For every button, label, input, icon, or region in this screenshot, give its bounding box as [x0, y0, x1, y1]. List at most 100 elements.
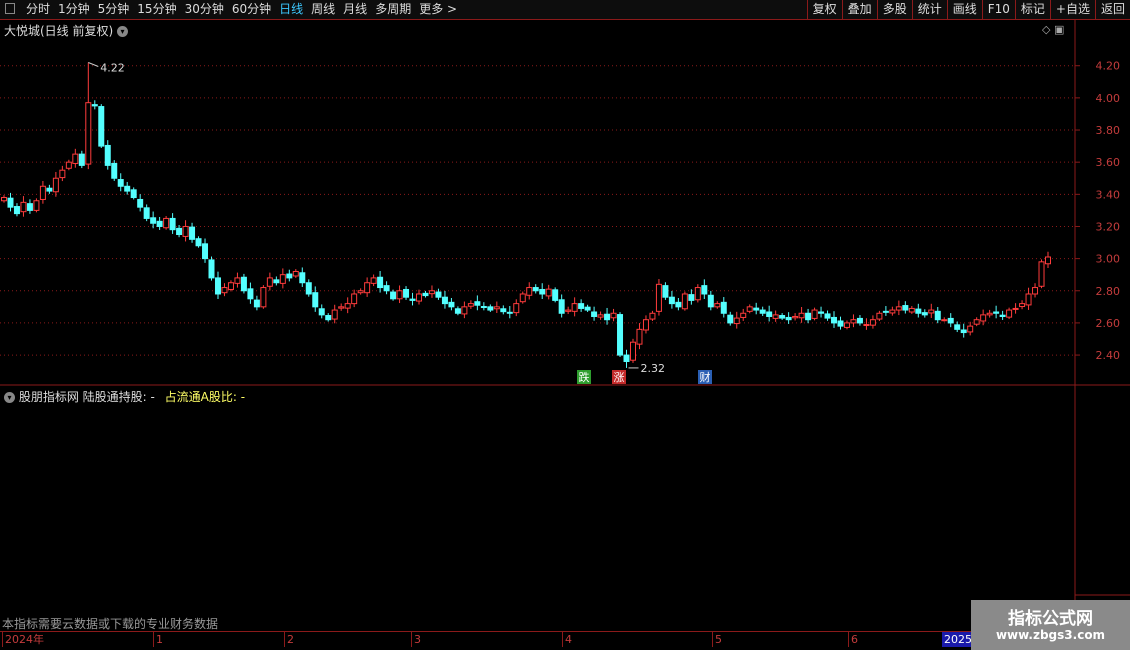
right-toolbar: 复权 叠加 多股 统计 画线 F10 标记 +自选 返回: [806, 0, 1130, 19]
candle-body: [597, 314, 604, 318]
period-tab[interactable]: 15分钟: [133, 0, 180, 19]
candle-body: [843, 322, 850, 328]
candle-body: [403, 288, 410, 298]
candle-body: [565, 309, 572, 312]
chevron-down-icon[interactable]: ▾: [4, 392, 15, 403]
candle-body: [662, 285, 669, 298]
candle-body: [214, 277, 221, 295]
candle-body: [928, 309, 935, 314]
period-tab[interactable]: 30分钟: [181, 0, 228, 19]
candle-body: [1, 197, 7, 202]
candle-body: [1006, 309, 1013, 318]
candlestick-chart[interactable]: 4.20 4.00 3.80 3.60 3.40 3.20 3.00 2.80 2.60 2.40…: [0, 20, 1130, 632]
candle-body: [902, 305, 909, 311]
candle-body: [792, 315, 799, 319]
candle-body: [811, 309, 818, 319]
candle-body: [318, 308, 325, 316]
candle-body: [143, 207, 150, 219]
chevron-down-icon[interactable]: ▾: [117, 26, 129, 37]
high-price-label: 4.22: [100, 62, 125, 75]
candle-body: [519, 293, 526, 303]
toolbar-button[interactable]: 复权: [806, 0, 842, 19]
candle-body: [753, 307, 760, 311]
candle-body: [869, 319, 876, 326]
candle-body: [409, 298, 416, 301]
period-tab[interactable]: 周线: [307, 0, 339, 19]
candle-body: [668, 296, 675, 305]
low-price-label: 2.32: [641, 362, 666, 375]
candle-body: [299, 272, 306, 284]
candle-body: [1038, 261, 1045, 287]
candle-body: [578, 303, 585, 309]
main-chart-controls: ◇ ▣: [1042, 23, 1064, 36]
candle-body: [818, 311, 825, 314]
candle-body: [740, 312, 747, 318]
period-tab[interactable]: 分时: [22, 0, 54, 19]
candle-body: [163, 217, 170, 229]
date-label: 5: [712, 632, 722, 647]
candle-body: [895, 306, 902, 311]
period-tab[interactable]: 1分钟: [54, 0, 94, 19]
toolbar-button[interactable]: F10: [981, 0, 1015, 19]
candle-body: [364, 282, 371, 294]
candle-body: [137, 198, 144, 208]
candle-body: [772, 314, 779, 319]
date-label: 1: [153, 632, 163, 647]
candle-body: [428, 290, 435, 295]
event-label: 跌: [579, 370, 590, 384]
toolbar-button[interactable]: +自选: [1049, 0, 1095, 19]
menu-square-icon[interactable]: [5, 3, 15, 14]
toolbar-button[interactable]: 多股: [876, 0, 912, 19]
candle-body: [286, 273, 293, 279]
period-tab[interactable]: 更多 >: [415, 0, 461, 19]
candle-body: [779, 315, 786, 319]
candle-body: [688, 294, 695, 301]
period-tab[interactable]: 多周期: [371, 0, 415, 19]
y-tick-label: 3.40: [1096, 188, 1121, 201]
candle-body: [532, 287, 539, 292]
candle-body: [59, 169, 66, 179]
diamond-icon[interactable]: ◇: [1042, 23, 1050, 36]
period-tab[interactable]: 5分钟: [94, 0, 134, 19]
candle-body: [921, 312, 928, 316]
candle-body: [934, 310, 941, 321]
toolbar-button[interactable]: 画线: [946, 0, 982, 19]
candle-body: [967, 325, 974, 333]
candle-body: [539, 288, 546, 295]
candle-body: [344, 303, 351, 309]
candle-body: [461, 306, 468, 315]
candle-body: [292, 270, 299, 277]
candle-body: [805, 312, 812, 321]
candle-body: [1019, 303, 1026, 308]
candle-body: [156, 220, 163, 227]
toolbar-button[interactable]: 返回: [1094, 0, 1130, 19]
candle-body: [104, 144, 111, 166]
candle-body: [202, 243, 209, 260]
candle-body: [474, 301, 481, 306]
candle-body: [240, 276, 247, 292]
candle-body: [831, 316, 838, 324]
candle-body: [493, 306, 500, 310]
stock-title-text: 大悦城(日线 前复权): [4, 24, 114, 38]
candle-body: [1025, 293, 1032, 306]
candle-body: [876, 312, 883, 320]
candle-body: [636, 328, 643, 345]
candle-body: [416, 293, 423, 302]
candle-body: [189, 226, 196, 240]
toolbar-button[interactable]: 叠加: [841, 0, 877, 19]
candle-body: [766, 311, 773, 317]
candle-body: [714, 303, 721, 308]
candle-body: [227, 282, 234, 290]
toolbar-button[interactable]: 统计: [911, 0, 947, 19]
candle-body: [610, 312, 617, 319]
toolbar-button[interactable]: 标记: [1014, 0, 1050, 19]
period-tab[interactable]: 日线: [275, 0, 307, 19]
panel-toggle-icon[interactable]: ▣: [1054, 23, 1064, 36]
candle-body: [357, 290, 364, 294]
period-tab[interactable]: 60分钟: [228, 0, 275, 19]
candle-body: [1045, 256, 1051, 265]
candle-body: [681, 293, 688, 310]
candle-body: [33, 200, 40, 211]
y-tick-label: 3.20: [1096, 220, 1121, 233]
period-tab[interactable]: 月线: [339, 0, 371, 19]
